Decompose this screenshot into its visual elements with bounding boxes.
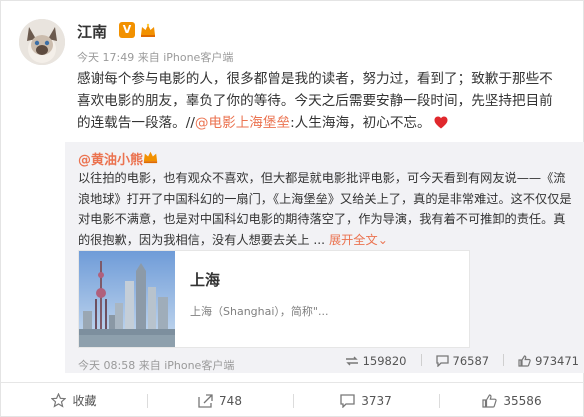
repost-author[interactable]: @黄油小熊	[78, 149, 143, 168]
favorite-button[interactable]: 收藏	[1, 383, 147, 417]
author-name[interactable]: 江南	[77, 21, 107, 42]
expand-label: 展开全文	[328, 232, 378, 247]
like-button[interactable]: 35586	[439, 383, 584, 417]
thumbs-up-icon	[482, 393, 498, 408]
divider	[420, 354, 422, 366]
member-crown-icon	[142, 148, 159, 165]
mention-link[interactable]: @电影上海堡垒	[195, 115, 290, 131]
heart-emoji-icon	[434, 114, 448, 136]
repost-count-button[interactable]: 159820	[345, 354, 407, 368]
comment-icon	[340, 393, 355, 408]
repost-count: 159820	[362, 354, 407, 368]
member-crown-icon	[139, 21, 157, 39]
shanghai-skyline-image	[79, 251, 175, 347]
like-count-button[interactable]: 973471	[518, 354, 579, 368]
comment-button[interactable]: 3737	[293, 383, 439, 417]
star-icon	[51, 393, 67, 408]
comment-count: 76587	[452, 354, 490, 368]
weibo-post-card: 江南 V 今天 17:49 来自 iPhone客户端 感谢每个参与电影的人，很多…	[0, 0, 584, 417]
verified-badge-icon: V	[119, 22, 135, 38]
like-action-count: 35586	[503, 393, 542, 408]
thumbs-up-icon	[518, 355, 531, 367]
divider	[503, 354, 505, 366]
post-action-bar: 收藏 748 3737 35586	[1, 382, 584, 417]
expand-full-text-link[interactable]: 展开全文⌄	[329, 233, 388, 247]
chevron-down-icon: ⌄	[377, 232, 388, 247]
repost-meta: 今天 08:58 来自 iPhone客户端	[78, 359, 235, 372]
link-card-title: 上海	[190, 271, 221, 289]
repost-icon	[345, 356, 358, 366]
comment-icon	[435, 355, 449, 367]
link-card[interactable]: 上海 上海（Shanghai），简称"...	[78, 250, 470, 348]
author-avatar[interactable]	[19, 19, 65, 65]
repost-text-body: 以往拍的电影，也有观众不喜欢，但大都是就电影批评电影，可今天看到有网友说——《流…	[78, 171, 572, 247]
post-text: 感谢每个参与电影的人，很多都曾是我的读者，努力过，看到了；致歉于那些不喜欢电影的…	[77, 68, 565, 136]
link-card-description: 上海（Shanghai），简称"...	[190, 305, 329, 318]
share-icon	[198, 393, 213, 408]
like-count: 973471	[535, 354, 579, 368]
repost-stats: 159820 76587 973471	[331, 354, 579, 368]
post-meta: 今天 17:49 来自 iPhone客户端	[77, 51, 234, 64]
favorite-label: 收藏	[72, 394, 97, 408]
repost-action-count: 748	[219, 393, 242, 408]
post-text-tail: :人生海海，初心不忘。	[290, 115, 431, 131]
comment-count-button[interactable]: 76587	[435, 354, 490, 368]
repost-text: 以往拍的电影，也有观众不喜欢，但大都是就电影批评电影，可今天看到有网友说——《流…	[78, 168, 576, 250]
comment-action-count: 3737	[361, 393, 392, 408]
repost-block: @黄油小熊 以往拍的电影，也有观众不喜欢，但大都是就电影批评电影，可今天看到有网…	[65, 142, 584, 373]
repost-button[interactable]: 748	[147, 383, 293, 417]
